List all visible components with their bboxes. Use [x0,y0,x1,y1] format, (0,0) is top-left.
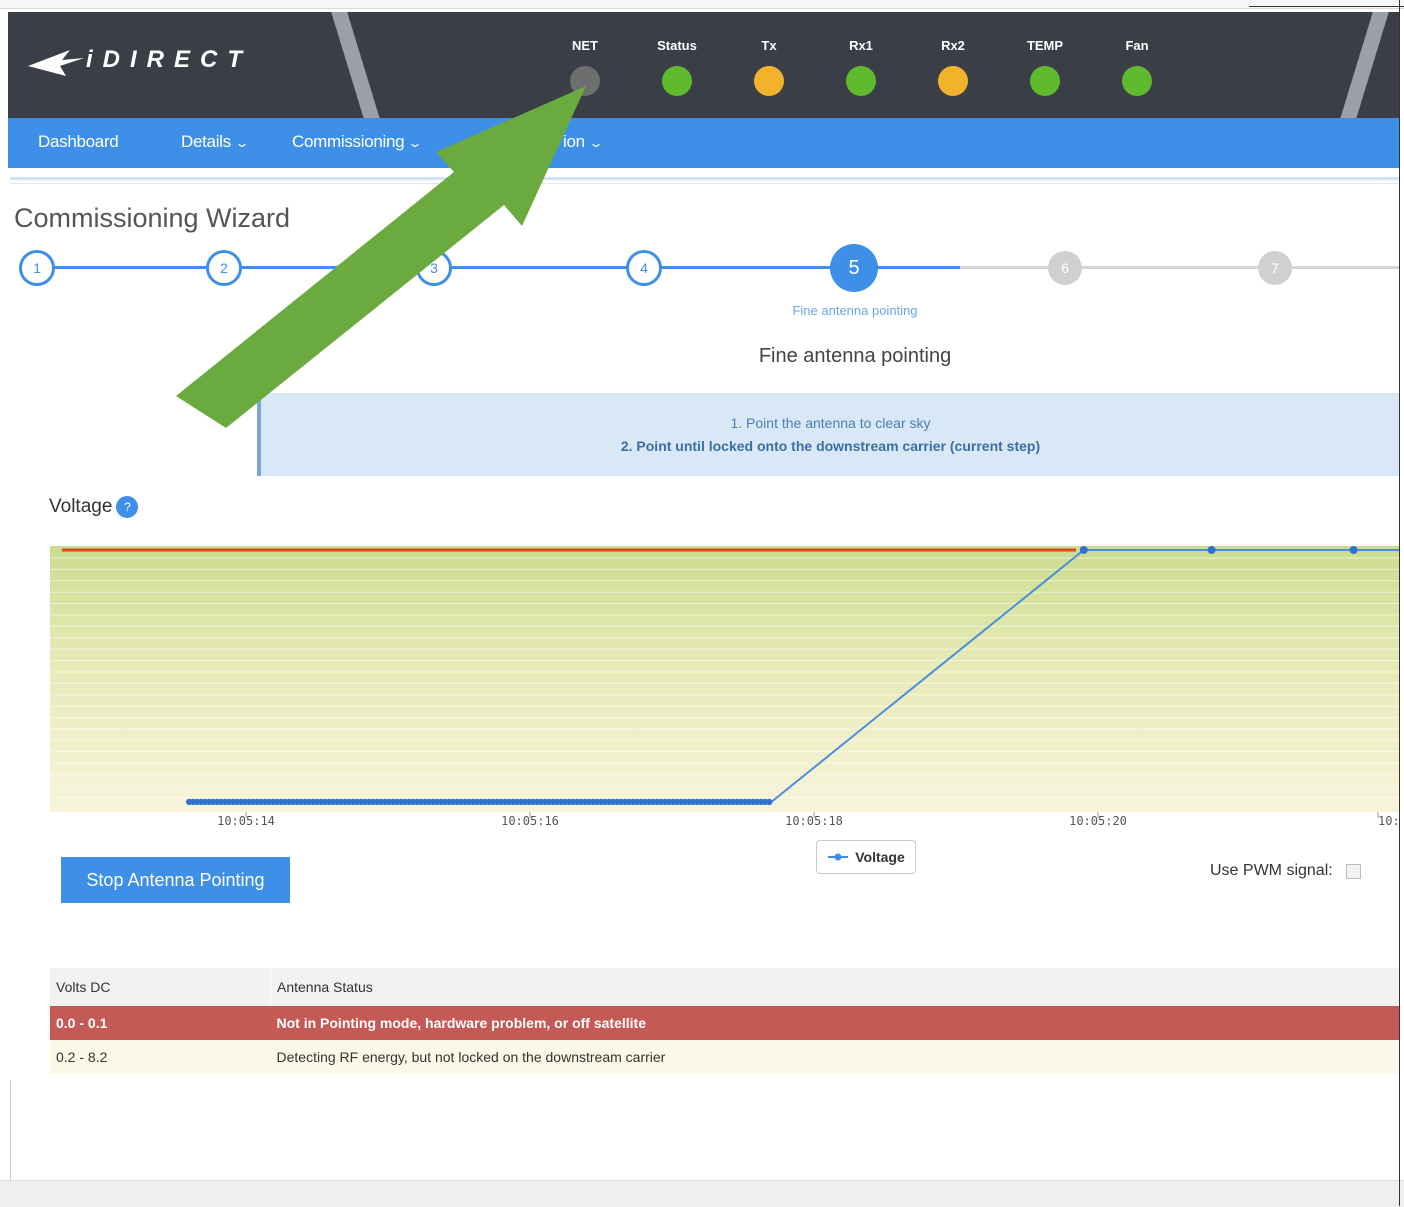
wizard-step-2[interactable]: 2 [206,250,242,286]
table-row: 0.2 - 8.2 Detecting RF energy, but not l… [50,1040,1400,1074]
wizard-connector [434,266,644,269]
stop-antenna-pointing-button[interactable]: Stop Antenna Pointing [61,857,290,903]
chart-plot-area [50,546,1400,812]
wizard-connector [224,266,434,269]
cell-status: Detecting RF energy, but not locked on t… [270,1040,1400,1074]
step-title: Fine antenna pointing [758,345,952,367]
nav-commissioning[interactable]: Commissioning ⌄ [292,118,423,168]
column-header-status: Antenna Status [270,968,1400,1006]
wizard-step-5[interactable]: 5 [830,244,878,292]
chevron-down-icon: ⌄ [234,136,250,150]
wizard-step-1[interactable]: 1 [19,250,55,286]
nav-details-label: Details [181,132,231,151]
voltage-label: Voltage ? [49,496,139,518]
led-fan: Fan [1113,38,1161,96]
voltage-label-text: Voltage [49,496,113,517]
x-tick-label: 10:05:2 [1378,814,1400,828]
status-light-icon [754,66,784,96]
status-light-icon [662,66,692,96]
pwm-label: Use PWM signal: [1210,862,1333,879]
chevron-down-icon: ⌄ [407,136,423,150]
question-icon[interactable]: ? [116,496,139,518]
status-light-icon [846,66,876,96]
led-label: Rx1 [849,38,873,53]
cell-volts: 0.0 - 0.1 [50,1006,271,1040]
led-rx2: Rx2 [929,38,977,96]
led-label: Status [657,38,697,53]
wizard-connector [1275,266,1400,269]
legend-label: Voltage [855,849,905,865]
nav-details[interactable]: Details ⌄ [181,118,250,168]
wizard-stepper: 1 2 3 4 5 6 7 [0,240,1400,300]
led-rx1: Rx1 [837,38,885,96]
header-divider-right [1336,12,1392,118]
legend-line-icon [828,853,849,861]
led-label: Tx [761,38,777,53]
x-tick-label: 10:05:20 [1069,814,1127,828]
bottom-frame [10,1080,1401,1180]
nav-dashboard-label: Dashboard [38,132,119,151]
voltage-status-table: Volts DC Antenna Status 0.0 - 0.1 Not in… [50,968,1400,1074]
pwm-option: Use PWM signal: [1210,862,1361,880]
instruction-2: 2. Point until locked onto the downstrea… [620,438,1041,454]
status-light-icon [1122,66,1152,96]
nav-underline [10,177,1400,180]
status-light-icon [570,66,600,96]
logo-swoosh-icon [28,50,84,76]
idirect-logo: iDIRECT [26,40,252,80]
chart-legend[interactable]: Voltage [816,840,916,874]
x-tick-label: 10:05:16 [501,814,559,828]
wizard-step-4[interactable]: 4 [626,250,662,286]
chevron-down-icon: ⌄ [588,136,604,150]
table-header-row: Volts DC Antenna Status [50,968,1400,1006]
device-header: iDIRECT NET Status Tx Rx1 Rx2 TEMP Fan [8,12,1400,118]
header-divider-left [328,12,384,118]
wizard-connector [1065,266,1275,269]
nav-dashboard[interactable]: Dashboard [38,118,119,168]
main-nav: Dashboard Details ⌄ Commissioning ⌄ ion ⌄ [8,118,1400,168]
wizard-step-6[interactable]: 6 [1048,251,1082,285]
nav-commissioning-label: Commissioning [292,132,405,151]
led-label: TEMP [1026,38,1064,53]
wizard-connector [644,266,854,269]
nav-administration[interactable]: ion ⌄ [563,118,604,168]
led-temp: TEMP [1021,38,1069,96]
led-tx: Tx [745,38,793,96]
nav-underline-thin [10,183,1400,184]
top-rule [1249,6,1404,7]
wizard-step-7[interactable]: 7 [1258,251,1292,285]
wizard-step-3[interactable]: 3 [416,250,452,286]
led-label: Fan [1125,38,1149,53]
cell-status: Not in Pointing mode, hardware problem, … [270,1006,1400,1040]
led-label: NET [572,38,598,53]
x-tick-label: 10:05:18 [785,814,843,828]
data-point[interactable] [1079,546,1088,554]
column-header-volts: Volts DC [50,968,271,1006]
data-point[interactable] [1207,546,1216,554]
voltage-chart: 10:05:14 10:05:16 10:05:18 10:05:20 10:05:2 [50,546,1400,828]
table-row: 0.0 - 0.1 Not in Pointing mode, hardware… [50,1006,1400,1040]
led-status: Status [653,38,701,96]
page-title: Commissioning Wizard [14,203,291,233]
top-strip [0,0,1404,9]
data-point[interactable] [1349,546,1358,554]
nav-administration-label: ion [563,132,585,151]
bottom-bar [0,1180,1404,1207]
status-light-icon [1030,66,1060,96]
status-light-icon [938,66,968,96]
current-step-caption: Fine antenna pointing [792,303,918,318]
wizard-connector [37,266,224,269]
cell-volts: 0.2 - 8.2 [50,1040,271,1074]
window-edge [1399,0,1400,1206]
pwm-checkbox[interactable] [1345,863,1361,879]
logo-text: iDIRECT [86,46,252,73]
instructions-box: 1. Point the antenna to clear sky 2. Poi… [257,393,1400,476]
led-label: Rx2 [941,38,965,53]
instruction-1: 1. Point the antenna to clear sky [730,415,931,431]
x-tick-label: 10:05:14 [217,814,275,828]
data-point[interactable] [766,798,773,806]
led-net: NET [561,38,609,96]
